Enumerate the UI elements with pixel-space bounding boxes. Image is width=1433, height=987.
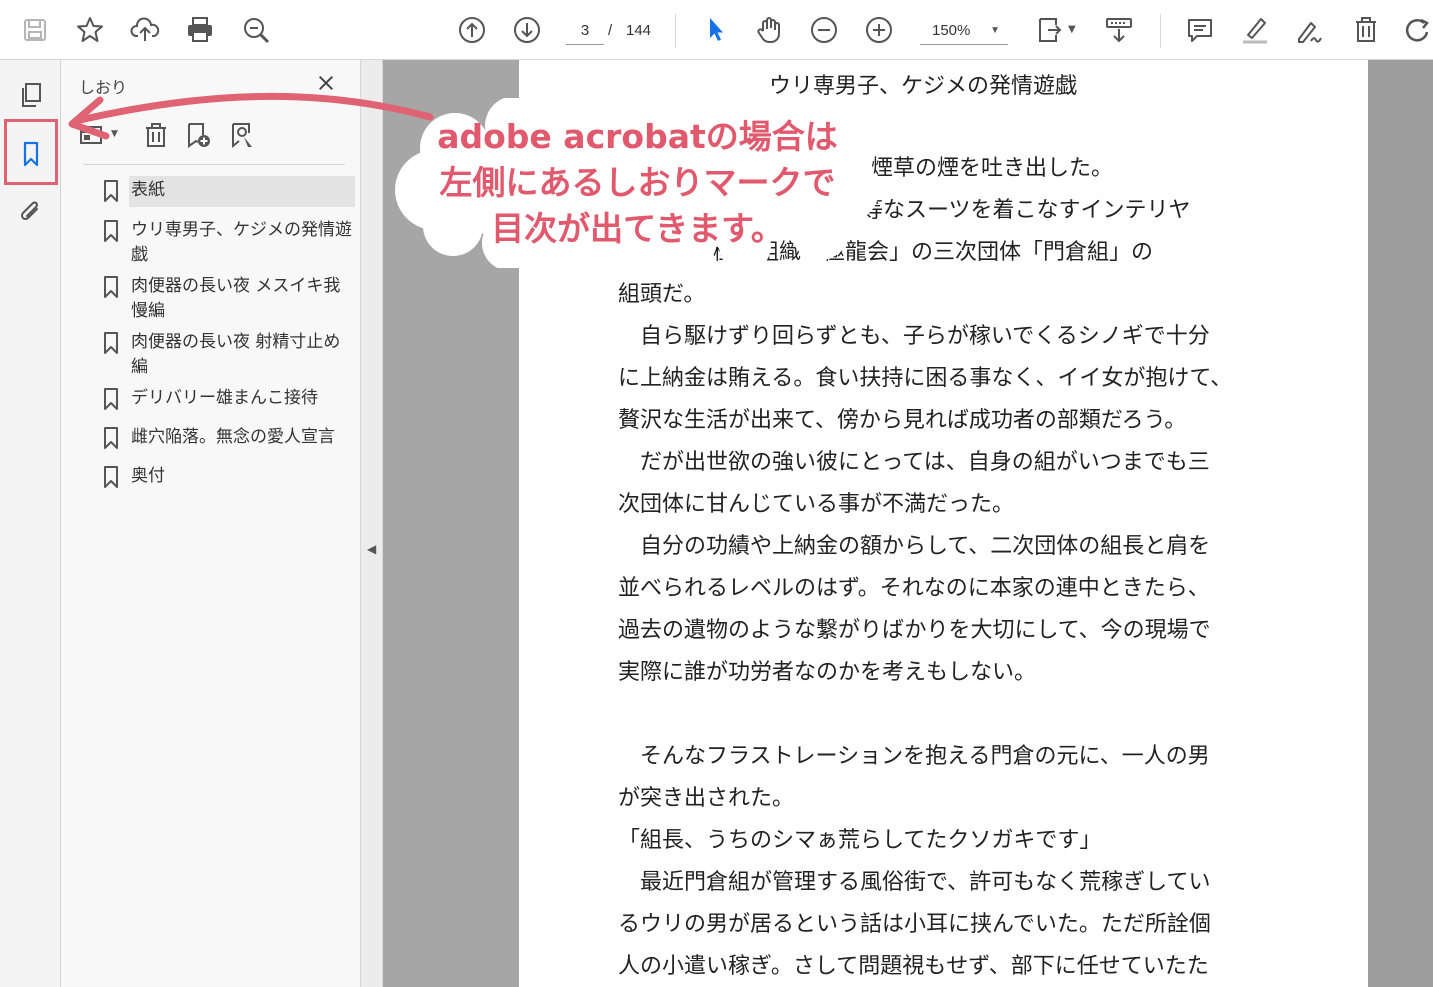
save-icon[interactable] [18,13,52,47]
zoom-in-icon[interactable] [862,13,896,47]
bookmark-icon [93,384,129,415]
new-bookmark-icon[interactable] [181,118,215,152]
page-header: ウリ専男子、ケジメの発情遊戯 [769,74,1078,99]
bookmark-label: 奥付 [131,466,165,486]
document-line: が突き出された。 [618,786,795,811]
hand-icon[interactable] [752,13,786,47]
bookmark-icon [93,216,129,272]
callout-line: 目次が出てきます。 [491,209,784,248]
bookmarks-panel: しおり ▼ 表紙 ウリ専男子、ケジメの発情遊戯 肉便器の長い夜 メスイキ我慢編 [61,60,361,987]
delete-bookmark-icon[interactable] [139,118,173,152]
zoom-level-select[interactable]: 150% ▼ [920,18,1008,45]
top-toolbar: 3 / 144 150% ▼ ▼ [0,0,1433,60]
rotate-icon[interactable] [1400,13,1433,47]
document-line: 「組長、うちのシマぁ荒らしてたクソガキです」 [618,828,1102,853]
collapse-arrow-icon: ◀ [367,542,377,556]
chevron-down-icon[interactable]: ▼ [111,129,118,139]
document-line: 実際に誰が功労者なのかを考えもしない。 [618,660,1037,685]
document-line: 人の小遣い稼ぎ。さして問題視もせず、部下に任せていたた [618,954,1209,979]
toolbar-divider [1160,14,1161,48]
callout-bubble: adobe acrobatの場合は 左側にあるしおりマークで 目次が出てきます。 [395,98,880,268]
panel-collapse-handle[interactable]: ◀ [361,60,383,987]
bookmark-item[interactable]: 雌穴陥落。無念の愛人宣言 [93,423,355,454]
attachment-icon[interactable] [14,195,48,229]
page-total: 144 [626,22,652,39]
highlight-icon[interactable] [1238,13,1272,47]
bookmark-label: ウリ専男子、ケジメの発情遊戯 [131,220,352,265]
bookmark-label: デリバリー雄まんこ接待 [131,388,318,408]
chevron-down-icon: ▼ [990,25,1000,36]
bookmark-item[interactable]: 肉便器の長い夜 メスイキ我慢編 [93,272,355,328]
callout-line: adobe acrobatの場合は [437,117,838,156]
document-line: 贅沢な生活が出来て、傍から見れば成功者の部類だろう。 [618,408,1187,433]
scroll-mode-icon[interactable] [1102,13,1136,47]
document-line: 過去の遺物のような繋がりばかりを大切にして、今の現場で [618,618,1211,643]
callout-line: 左側にあるしおりマークで [439,163,836,202]
document-line: 上等なスーツを着こなすインテリヤ [839,198,1191,223]
bookmark-label: 雌穴陥落。無念の愛人宣言 [131,427,335,447]
upload-icon[interactable] [128,13,162,47]
document-line: 煙草の煙を吐き出した。 [871,156,1114,181]
sign-icon[interactable] [1293,13,1327,47]
zoom-value: 150% [932,22,971,39]
bookmark-options-icon[interactable] [75,118,109,152]
document-line: 自ら駆けずり回らずとも、子らが稼いでくるシノギで十分 [618,324,1210,349]
page-separator: / [608,22,613,39]
close-icon[interactable] [313,70,339,96]
bookmark-item[interactable]: ウリ専男子、ケジメの発情遊戯 [93,216,355,272]
star-icon[interactable] [73,13,107,47]
select-arrow-icon[interactable] [698,13,732,47]
zoom-out-icon[interactable] [807,13,841,47]
bookmark-icon [93,423,129,454]
page-down-icon[interactable] [510,13,544,47]
document-line: 最近門倉組が管理する風俗街で、許可もなく荒稼ぎしてい [618,870,1211,895]
document-line: に上納金は賄える。食い扶持に困る事なく、イイ女が抱けて、 [618,366,1233,391]
bookmark-icon [93,176,129,207]
page-thumbnails-icon[interactable] [14,78,48,112]
navigation-rail [0,60,61,987]
panel-title: しおり [79,78,128,97]
comment-icon[interactable] [1183,13,1217,47]
document-line: るウリの男が居るという話は小耳に挟んでいた。ただ所詮個 [618,912,1211,937]
document-line: そんなフラストレーションを抱える門倉の元に、一人の男 [618,744,1210,769]
bookmark-label: 表紙 [129,176,355,207]
print-icon[interactable] [183,13,217,47]
bookmark-label: 肉便器の長い夜 射精寸止め編 [131,332,341,377]
bookmark-item[interactable]: 表紙 [93,176,355,207]
bookmark-tools: ▼ [75,118,355,158]
bookmark-item[interactable]: 奥付 [93,462,355,493]
chevron-down-icon[interactable]: ▼ [1068,24,1076,35]
document-line: 組頭だ。 [618,282,706,307]
bookmark-highlight-frame [4,119,58,185]
fit-page-icon[interactable] [1032,13,1066,47]
panel-divider [83,164,345,165]
bookmark-item[interactable]: 肉便器の長い夜 射精寸止め編 [93,328,355,384]
callout-text: adobe acrobatの場合は 左側にあるしおりマークで 目次が出てきます。 [395,114,880,252]
bookmark-label: 肉便器の長い夜 メスイキ我慢編 [131,276,341,321]
bookmark-icon [93,462,129,493]
bookmark-search-icon[interactable] [225,118,259,152]
delete-icon[interactable] [1349,13,1383,47]
bookmark-item[interactable]: デリバリー雄まんこ接待 [93,384,355,415]
document-gutter [1368,60,1433,987]
document-line: だが出世欲の強い彼にとっては、自身の組がいつまでも三 [618,450,1210,475]
toolbar-divider [675,14,676,48]
page-number-input[interactable]: 3 [566,18,604,45]
document-line: 次団体に甘んじている事が不満だった。 [618,492,1015,517]
bookmark-icon [93,272,129,328]
zoom-search-icon[interactable] [239,13,273,47]
page-up-icon[interactable] [455,13,489,47]
bookmark-icon [93,328,129,384]
document-line: 並べられるレベルのはず。それなのに本家の連中ときたら、 [618,576,1210,601]
document-line: 自分の功績や上納金の額からして、二次団体の組長と肩を [618,534,1211,559]
